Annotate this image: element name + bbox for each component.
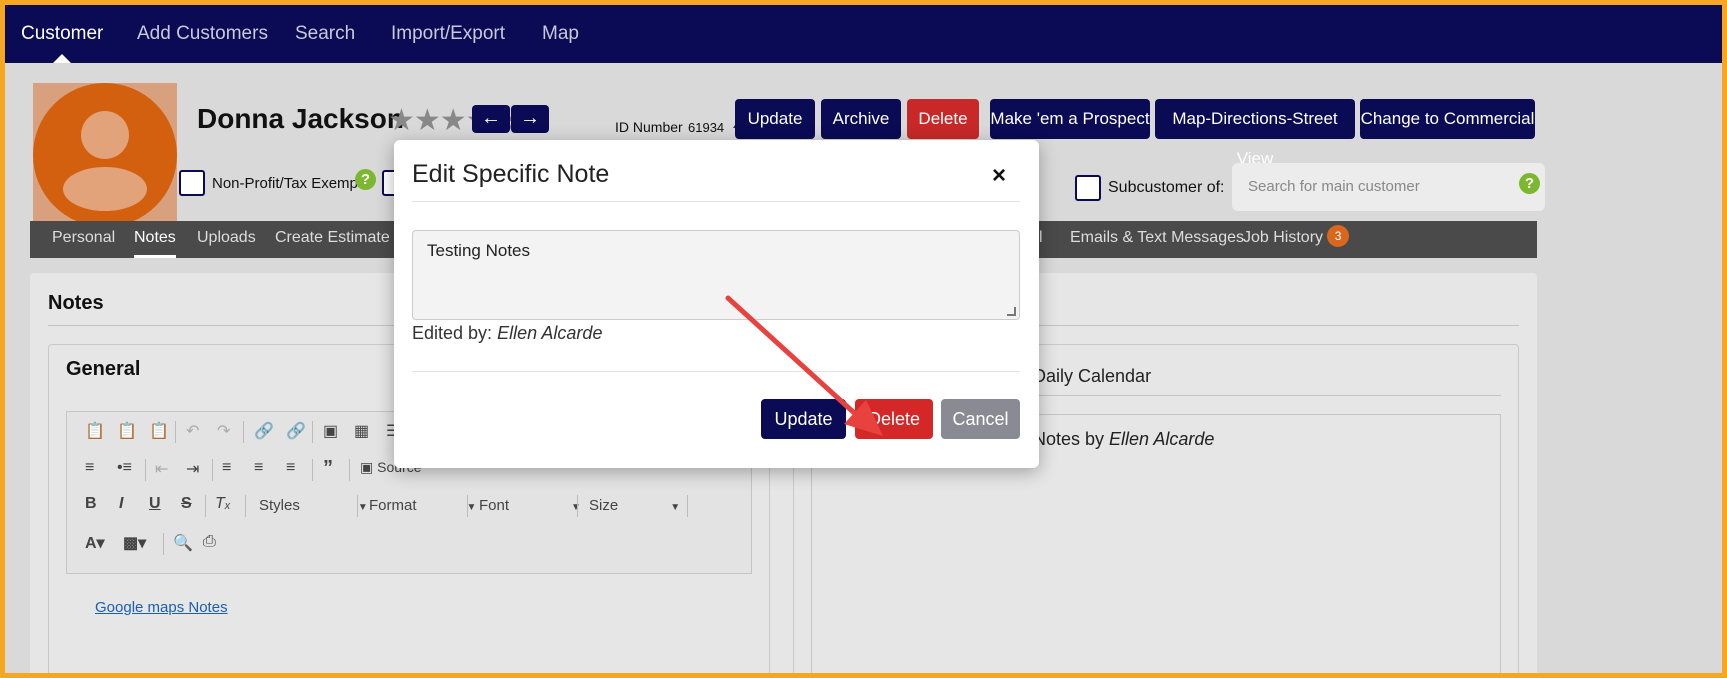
modal-cancel-button[interactable]: Cancel [941, 399, 1020, 439]
app-frame: Customer Add Customers Search Import/Exp… [5, 5, 1722, 673]
note-textarea[interactable]: Testing Notes [412, 230, 1020, 320]
edited-by: Edited by: Ellen Alcarde [412, 323, 602, 344]
divider [412, 201, 1020, 202]
modal-title: Edit Specific Note [412, 160, 610, 188]
edit-note-modal: Edit Specific Note × Testing Notes Edite… [394, 140, 1039, 468]
close-icon[interactable]: × [992, 162, 1006, 190]
edited-by-label: Edited by: [412, 323, 498, 343]
resize-handle-icon[interactable] [1007, 307, 1016, 316]
modal-update-button[interactable]: Update [761, 399, 846, 439]
note-text: Testing Notes [427, 241, 530, 260]
divider [412, 371, 1020, 372]
modal-delete-button[interactable]: Delete [855, 399, 933, 439]
edited-by-name: Ellen Alcarde [497, 323, 603, 343]
